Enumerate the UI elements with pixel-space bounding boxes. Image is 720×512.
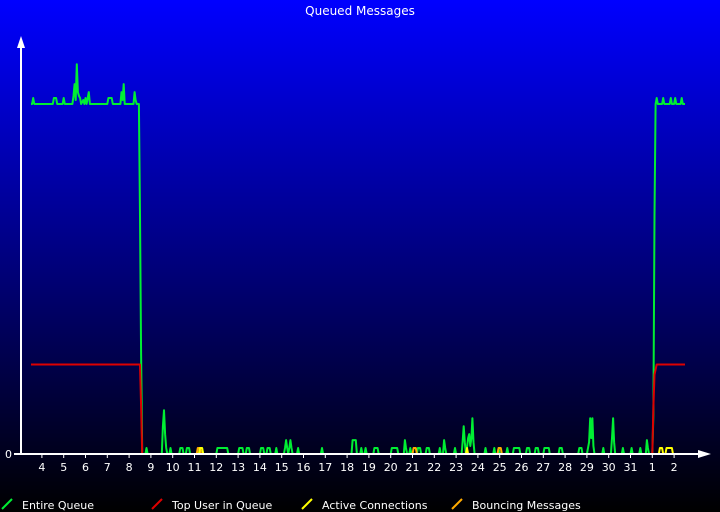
x-tick-label: 19 [362,461,376,474]
x-tick-label: 25 [493,461,507,474]
x-tick-label: 15 [275,461,289,474]
x-tick-label: 17 [318,461,332,474]
x-tick-label: 28 [558,461,572,474]
x-tick-label: 21 [406,461,420,474]
x-tick-label: 12 [209,461,223,474]
x-tick-label: 24 [471,461,485,474]
queued-messages-chart: Queued Messages 4 5 6 7 8 9 10 11 12 13 14 15 16 17 18… [0,0,720,512]
x-tick-label: 14 [253,461,267,474]
x-tick-label: 9 [147,461,154,474]
x-tick-label: 11 [188,461,202,474]
x-tick-label: 2 [671,461,678,474]
chart-title: Queued Messages [305,4,415,18]
x-tick-label: 10 [166,461,180,474]
x-tick-label: 16 [297,461,311,474]
x-tick-label: 20 [384,461,398,474]
x-tick-label: 13 [231,461,245,474]
x-tick-label: 18 [340,461,354,474]
x-tick-label: 1 [649,461,656,474]
x-tick-label: 8 [126,461,133,474]
x-tick-label: 7 [104,461,111,474]
x-tick-label: 27 [536,461,550,474]
legend-label: Active Connections [322,499,428,512]
x-tick-label: 5 [60,461,67,474]
x-tick-label: 23 [449,461,463,474]
x-tick-label: 22 [427,461,441,474]
y-tick-label: 0 [5,448,12,461]
legend-label: Top User in Queue [171,499,273,512]
x-tick-label: 6 [82,461,89,474]
x-tick-label: 31 [624,461,638,474]
legend-label: Bouncing Messages [472,499,581,512]
x-tick-label: 29 [580,461,594,474]
legend-label: Entire Queue [22,499,94,512]
legend-item: Bouncing Messages [451,498,581,512]
x-tick-label: 4 [38,461,45,474]
x-tick-label: 30 [602,461,616,474]
x-tick-label: 26 [515,461,529,474]
